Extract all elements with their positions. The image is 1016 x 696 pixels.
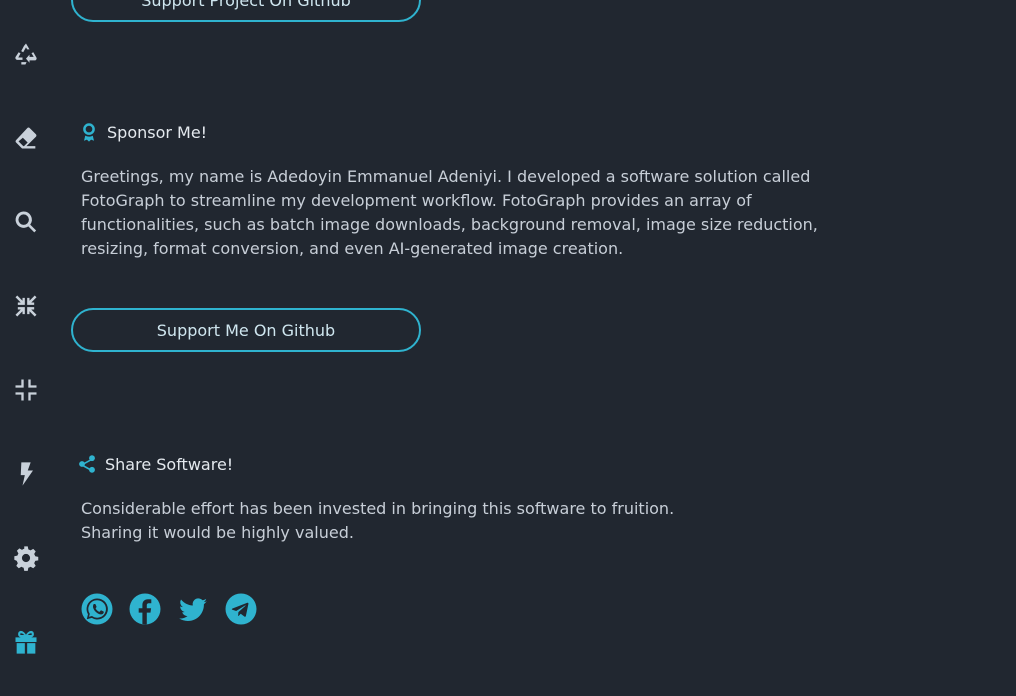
share-buttons xyxy=(80,592,258,626)
share-icon xyxy=(79,455,95,473)
bolt-icon xyxy=(20,462,33,486)
whatsapp-icon xyxy=(81,593,113,625)
share-text-line-1: Considerable effort has been invested in… xyxy=(81,499,675,518)
share-title: Share Software! xyxy=(105,454,234,474)
sponsor-section-title: Sponsor Me! xyxy=(79,122,207,142)
sidebar-item-settings[interactable] xyxy=(10,542,42,574)
sidebar-item-gift[interactable] xyxy=(10,626,42,658)
support-me-github-button[interactable]: Support Me On Github xyxy=(71,308,421,352)
sidebar-item-recycle[interactable] xyxy=(10,38,42,70)
share-twitter-button[interactable] xyxy=(176,592,210,626)
award-icon xyxy=(83,123,95,142)
eraser-icon xyxy=(15,127,37,149)
recycle-icon xyxy=(15,43,37,65)
support-project-github-button[interactable]: Support Project On Github xyxy=(71,0,421,22)
share-telegram-button[interactable] xyxy=(224,592,258,626)
share-whatsapp-button[interactable] xyxy=(80,592,114,626)
compress-arrows-icon xyxy=(15,295,37,317)
sidebar-item-eraser[interactable] xyxy=(10,122,42,154)
main-content: Support Project On Github Sponsor Me! Gr… xyxy=(52,0,1016,696)
sidebar-item-compress-arrows[interactable] xyxy=(10,290,42,322)
telegram-icon xyxy=(225,593,257,625)
search-icon xyxy=(15,211,37,233)
twitter-icon xyxy=(179,598,207,621)
sponsor-title: Sponsor Me! xyxy=(107,122,208,142)
gear-icon xyxy=(14,546,39,571)
share-facebook-button[interactable] xyxy=(128,592,162,626)
sidebar-item-compress[interactable] xyxy=(10,374,42,406)
sponsor-description: Greetings, my name is Adedoyin Emmanuel … xyxy=(81,167,818,258)
sidebar xyxy=(0,0,52,696)
facebook-icon xyxy=(129,593,161,625)
sidebar-item-search[interactable] xyxy=(10,206,42,238)
compress-icon xyxy=(15,379,37,401)
share-description: Considerable effort has been invested in… xyxy=(81,497,781,545)
gift-icon xyxy=(15,630,37,654)
sidebar-item-bolt[interactable] xyxy=(10,458,42,490)
share-section-title: Share Software! xyxy=(77,454,233,474)
share-text-line-2: Sharing it would be highly valued. xyxy=(81,523,354,542)
